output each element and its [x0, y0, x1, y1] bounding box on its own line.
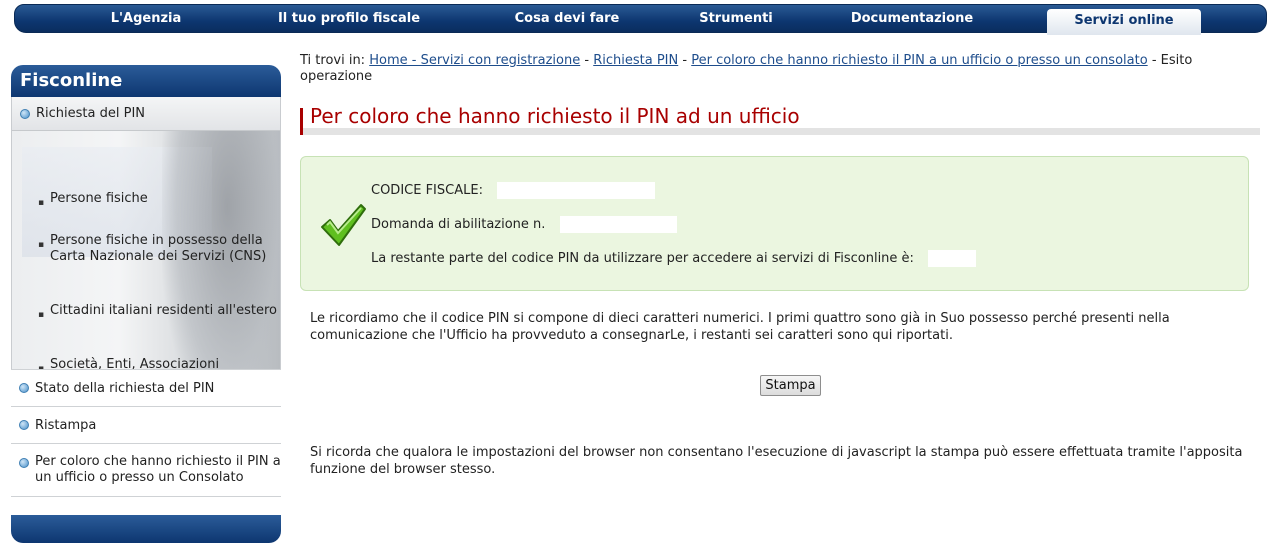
title-divider [300, 108, 1260, 135]
sidebar-title: Fisconline [11, 65, 281, 97]
sidebar-link-ufficio-consolato[interactable]: Per coloro che hanno richiesto il PIN a … [11, 443, 281, 497]
nav-servizi-online[interactable]: Servizi online [1047, 9, 1201, 35]
sidebar-links: Stato della richiesta del PIN Ristampa P… [11, 369, 281, 497]
breadcrumb-separator: - [1151, 53, 1157, 68]
checkmark-icon [321, 204, 366, 246]
print-button[interactable]: Stampa [760, 375, 821, 396]
nav-strumenti[interactable]: Strumenti [691, 5, 781, 33]
breadcrumb-prefix: Ti trovi in: [300, 53, 366, 68]
sidebar-link-label: Stato della richiesta del PIN [35, 381, 215, 396]
codice-fiscale-label: CODICE FISCALE: [371, 183, 483, 198]
breadcrumb-separator: - [584, 53, 590, 68]
nav-documentazione[interactable]: Documentazione [843, 5, 981, 33]
page-title: Per coloro che hanno richiesto il PIN ad… [310, 104, 800, 128]
note-paragraph: Si ricorda che qualora le impostazioni d… [310, 445, 1243, 477]
sidebar-body: Richiesta del PIN ▪ Persone fisiche ▪ Pe… [11, 97, 281, 401]
bullet-icon [19, 420, 29, 430]
sidebar-subitem-label: Cittadini italiani residenti all'estero [50, 303, 277, 318]
result-box: CODICE FISCALE: Domanda di abilitazione … [300, 156, 1249, 291]
sidebar: Fisconline Richiesta del PIN ▪ Persone f… [11, 65, 281, 543]
square-bullet-icon: ▪ [38, 198, 45, 208]
sidebar-subitem-cns[interactable]: ▪ Persone fisiche in possesso della Cart… [38, 233, 280, 265]
sidebar-link-label: Ristampa [35, 418, 97, 433]
sidebar-link-ristampa[interactable]: Ristampa [11, 406, 281, 443]
nav-agenzia[interactable]: L'Agenzia [85, 5, 207, 33]
domanda-label: Domanda di abilitazione n. [371, 217, 546, 232]
nav-profilo-fiscale[interactable]: Il tuo profilo fiscale [251, 5, 447, 33]
bullet-icon [20, 108, 30, 119]
pin-label: La restante parte del codice PIN da util… [371, 251, 914, 266]
breadcrumb-link-ufficio-consolato[interactable]: Per coloro che hanno richiesto il PIN a … [691, 53, 1147, 68]
breadcrumb-separator: - [682, 53, 688, 68]
info-paragraph: Le ricordiamo che il codice PIN si compo… [310, 311, 1170, 343]
pin-row: La restante parte del codice PIN da util… [371, 250, 977, 268]
sidebar-section-pin: Richiesta del PIN ▪ Persone fisiche ▪ Pe… [12, 97, 280, 401]
breadcrumb-link-richiesta-pin[interactable]: Richiesta PIN [593, 53, 678, 68]
square-bullet-icon: ▪ [38, 310, 45, 320]
sidebar-subitem-persone-fisiche[interactable]: ▪ Persone fisiche [38, 191, 280, 208]
domanda-value [559, 216, 677, 233]
sidebar-link-stato-richiesta[interactable]: Stato della richiesta del PIN [11, 369, 281, 406]
sidebar-subitem-label: Persone fisiche in possesso della Carta … [50, 233, 267, 264]
sidebar-subitem-estero[interactable]: ▪ Cittadini italiani residenti all'ester… [38, 303, 280, 320]
sidebar-item-richiesta-pin[interactable]: Richiesta del PIN [12, 97, 280, 131]
square-bullet-icon: ▪ [38, 240, 45, 250]
codice-fiscale-row: CODICE FISCALE: [371, 182, 656, 200]
nav-cosa-devi-fare[interactable]: Cosa devi fare [505, 5, 629, 33]
breadcrumb: Ti trovi in: Home - Servizi con registra… [300, 53, 1250, 85]
sidebar-footer [11, 515, 281, 543]
domanda-row: Domanda di abilitazione n. [371, 216, 677, 234]
bullet-icon [19, 383, 29, 393]
sidebar-item-label: Richiesta del PIN [36, 106, 146, 121]
codice-fiscale-value [497, 182, 656, 199]
bullet-icon [19, 458, 29, 468]
sidebar-link-label: Per coloro che hanno richiesto il PIN a … [35, 454, 281, 485]
breadcrumb-link-home[interactable]: Home - Servizi con registrazione [369, 53, 580, 68]
sidebar-subitem-label: Persone fisiche [50, 191, 148, 206]
pin-value [928, 250, 977, 267]
top-navigation: L'Agenzia Il tuo profilo fiscale Cosa de… [14, 4, 1267, 35]
